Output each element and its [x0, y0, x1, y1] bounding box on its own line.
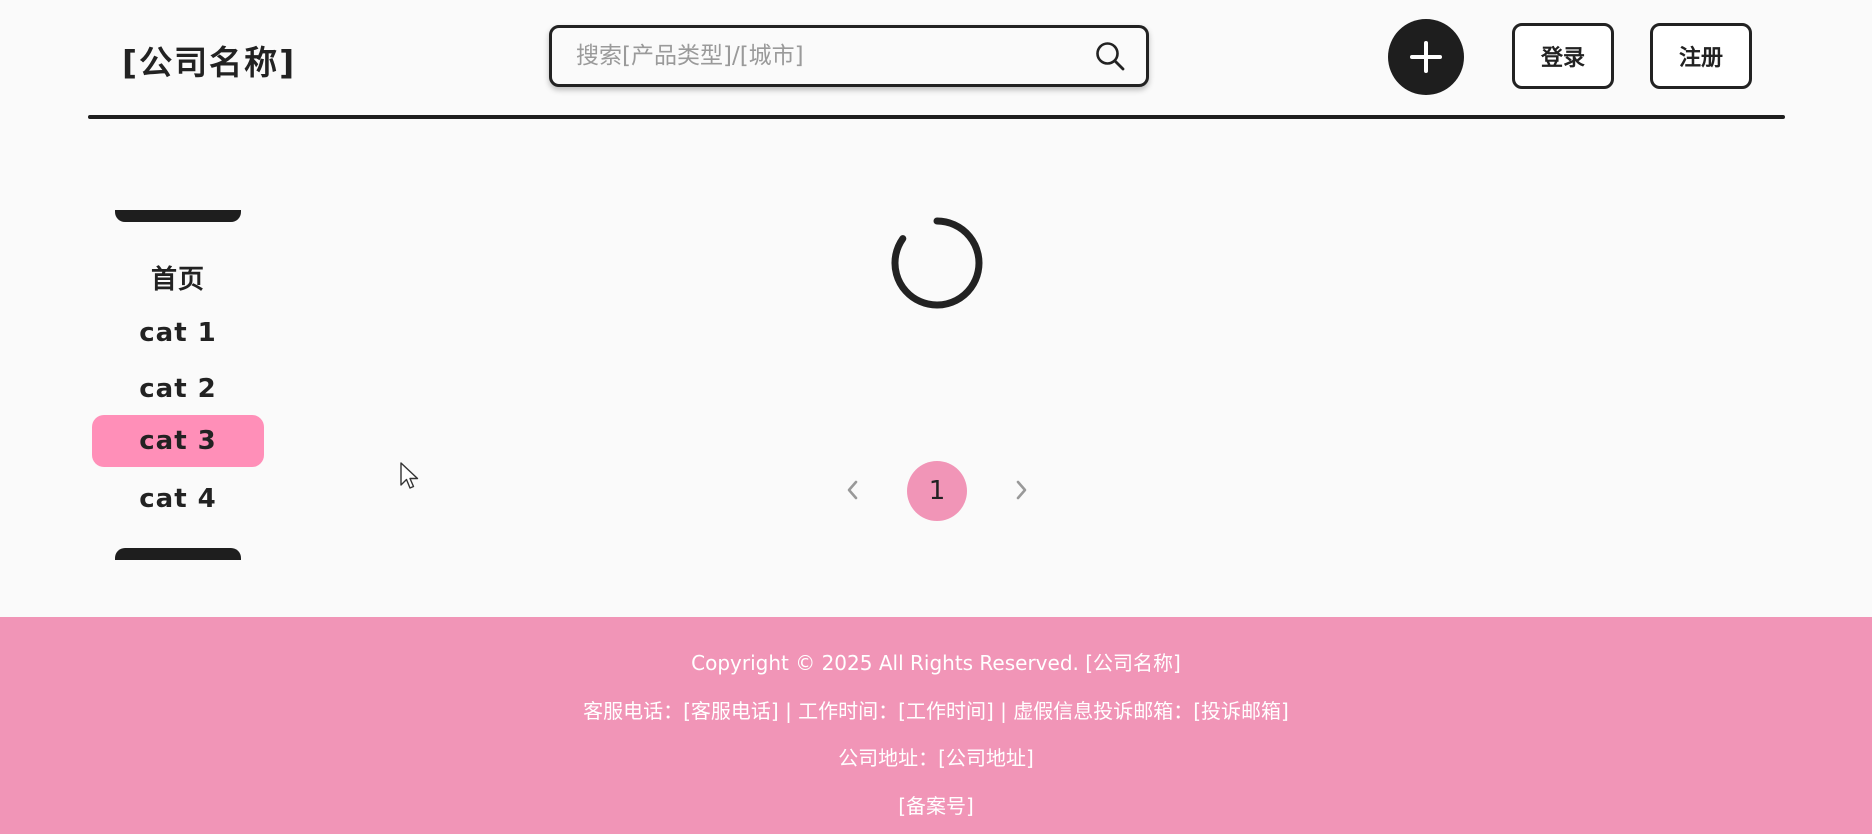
footer-copyright: Copyright © 2025 All Rights Reserved. [公… — [691, 651, 1181, 675]
sidebar-item-home[interactable]: 首页 — [92, 251, 264, 303]
search-input[interactable] — [552, 28, 1082, 84]
loading-spinner — [890, 216, 984, 310]
footer-contact-info: 客服电话：[客服电话] | 工作时间：[工作时间] | 虚假信息投诉邮箱：[投诉… — [583, 699, 1289, 723]
pagination-page-1[interactable]: 1 — [907, 461, 967, 521]
mouse-cursor-icon — [400, 462, 419, 489]
sidebar-top-bar — [115, 210, 241, 222]
sidebar-item-cat-1[interactable]: cat 1 — [92, 307, 264, 359]
chevron-right-icon — [1016, 480, 1027, 500]
header-divider — [88, 115, 1785, 119]
sidebar-item-cat-3[interactable]: cat 3 — [92, 415, 264, 467]
register-button[interactable]: 注册 — [1650, 23, 1752, 89]
search-icon[interactable] — [1082, 28, 1138, 84]
footer-address: 公司地址：[公司地址] — [838, 746, 1034, 770]
sidebar-item-cat-4[interactable]: cat 4 — [92, 473, 264, 525]
top-header: [公司名称] 登录 注册 — [0, 0, 1872, 120]
sidebar-bottom-bar — [115, 548, 241, 560]
pagination-prev-button[interactable] — [838, 470, 868, 510]
sidebar-item-cat-2[interactable]: cat 2 — [92, 363, 264, 415]
plus-icon — [1410, 41, 1442, 73]
company-name-logo[interactable]: [公司名称] — [122, 36, 296, 84]
chevron-left-icon — [847, 480, 858, 500]
pagination-next-button[interactable] — [1006, 470, 1036, 510]
footer-record-number[interactable]: [备案号] — [0, 790, 1872, 819]
search-bar — [549, 25, 1149, 87]
add-post-button[interactable] — [1388, 19, 1464, 95]
site-footer: Copyright © 2025 All Rights Reserved. [公… — [0, 617, 1872, 834]
login-button[interactable]: 登录 — [1512, 23, 1614, 89]
